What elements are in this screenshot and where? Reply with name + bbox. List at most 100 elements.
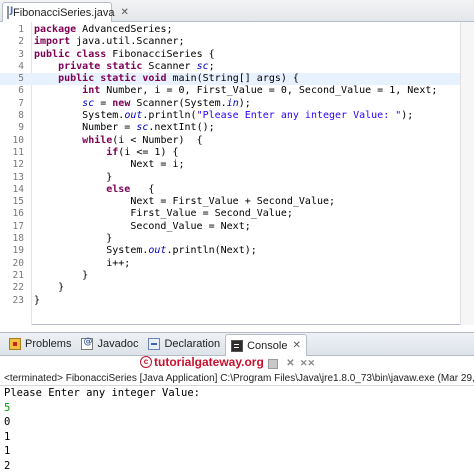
code-token: FibonacciSeries { <box>106 48 215 60</box>
tab-declaration[interactable]: Declaration <box>143 334 225 354</box>
console-output-line: Please Enter any integer Value: <box>4 387 200 399</box>
code-token: AdvancedSeries; <box>76 24 173 35</box>
code-line[interactable]: 20 i++; <box>0 258 460 270</box>
overview-ruler[interactable] <box>460 22 474 325</box>
line-number: 10 <box>12 134 24 146</box>
code-line[interactable]: 14 else { <box>0 184 460 196</box>
code-text: int Number, i = 0, First_Value = 0, Seco… <box>34 85 437 97</box>
code-line[interactable]: 2 import java.util.Scanner; <box>0 36 460 48</box>
code-line[interactable]: 12 Next = i; <box>0 159 460 171</box>
code-line[interactable]: 15 Next = First_Value + Second_Value; <box>0 196 460 208</box>
code-text: sc = new Scanner(System.in); <box>34 98 251 110</box>
code-text: Second_Value = Next; <box>34 220 251 233</box>
code-text: } <box>34 172 112 184</box>
editor-tab-bar: FibonacciSeries.java ✕ <box>0 0 474 22</box>
code-text: Number = sc.nextInt(); <box>34 122 214 134</box>
console-toolbar: c tutorialgateway.org ✕ ✕✕ <box>0 355 474 372</box>
code-text: else { <box>34 184 154 196</box>
code-lines: 1 package AdvancedSeries; 2 import java.uti… <box>0 24 460 307</box>
line-number: 6 <box>18 85 24 97</box>
console-output-line: 1 <box>4 430 11 443</box>
code-token: else <box>106 183 131 195</box>
line-number: 12 <box>12 159 24 171</box>
code-editor[interactable]: 1 package AdvancedSeries; 2 import java.uti… <box>0 22 474 325</box>
code-line[interactable]: 23} <box>0 295 460 307</box>
code-line[interactable]: 3 public class FibonacciSeries { <box>0 49 460 61</box>
code-text: System.out.println("Please Enter any int… <box>34 110 413 122</box>
code-token: while <box>82 134 113 146</box>
code-token: System. <box>34 245 149 257</box>
code-token: Scanner <box>142 60 197 72</box>
line-number: 2 <box>18 36 24 48</box>
code-line[interactable]: 7 sc = new Scanner(System.in); <box>0 98 460 110</box>
code-text: public static void main(String[] args) { <box>34 73 299 85</box>
terminate-icon[interactable] <box>268 359 278 369</box>
line-number: 18 <box>12 233 24 245</box>
remove-all-terminated-icon[interactable]: ✕✕ <box>300 357 315 370</box>
code-text: System.out.println(Next); <box>34 245 257 257</box>
code-line[interactable]: 4 private static Scanner sc; <box>0 61 460 73</box>
close-icon[interactable]: ✕ <box>292 340 300 351</box>
code-text: private static Scanner sc; <box>34 61 215 73</box>
code-line[interactable]: 18 } <box>0 233 460 245</box>
code-text: } <box>34 295 40 307</box>
code-text: } <box>34 270 88 282</box>
line-number: 5 <box>18 73 24 85</box>
console-user-input: 5 <box>4 401 11 414</box>
console-output-line: 2 <box>4 459 11 472</box>
code-token: Next = First_Value + Second_Value; <box>34 196 336 208</box>
watermark: c tutorialgateway.org <box>140 355 264 369</box>
tab-console[interactable]: Console ✕ <box>225 334 307 356</box>
code-token: private <box>58 60 101 72</box>
javadoc-icon <box>81 337 94 350</box>
code-line[interactable]: 5 public static void main(String[] args)… <box>0 73 460 86</box>
console-status-line: <terminated> FibonacciSeries [Java Appli… <box>0 372 474 386</box>
line-number: 13 <box>12 171 24 183</box>
code-token: Next = i; <box>34 159 185 171</box>
console-output-line: 1 <box>4 445 11 457</box>
code-token: static <box>106 60 143 72</box>
code-token: main(String[] args) { <box>166 73 299 85</box>
console-output-line: 0 <box>4 416 11 428</box>
code-line[interactable]: 11 if(i <= 1) { <box>0 147 460 159</box>
editor-tab-fibonacci[interactable]: FibonacciSeries.java ✕ <box>2 2 129 22</box>
code-text: package AdvancedSeries; <box>34 24 172 36</box>
code-token: .println(Next); <box>166 245 257 257</box>
code-line[interactable]: 22 } <box>0 282 460 294</box>
line-number: 20 <box>12 257 24 269</box>
tab-problems-label: Problems <box>25 338 72 350</box>
code-text: First_Value = Second_Value; <box>34 208 293 220</box>
code-token: (i < Number) { <box>112 134 203 146</box>
code-token: import <box>34 36 71 48</box>
code-token: System. <box>34 110 125 122</box>
code-line[interactable]: 6 int Number, i = 0, First_Value = 0, Se… <box>0 85 460 97</box>
code-token: new <box>112 97 131 109</box>
code-token: sc <box>82 97 95 109</box>
remove-launch-icon[interactable]: ✕ <box>284 357 297 370</box>
code-token: ; <box>208 60 215 72</box>
code-line[interactable]: 9 Number = sc.nextInt(); <box>0 122 460 134</box>
tab-javadoc[interactable]: Javadoc <box>76 334 143 354</box>
code-token: Second_Value = Next; <box>34 220 251 232</box>
line-number: 23 <box>12 294 24 306</box>
code-line[interactable]: 19 System.out.println(Next); <box>0 245 460 257</box>
code-token: } <box>34 233 113 245</box>
code-line[interactable]: 1 package AdvancedSeries; <box>0 24 460 36</box>
code-line[interactable]: 21 } <box>0 270 460 282</box>
code-line[interactable]: 10 while(i < Number) { <box>0 135 460 147</box>
code-token: } <box>34 269 89 281</box>
console-output[interactable]: Please Enter any integer Value:501123 <box>0 386 474 474</box>
code-token: public <box>34 48 71 60</box>
close-icon[interactable]: ✕ <box>121 7 129 18</box>
code-text: } <box>34 233 112 245</box>
code-line[interactable]: 17 Second_Value = Next; <box>0 221 460 233</box>
code-token: } <box>34 282 65 294</box>
code-line[interactable]: 13 } <box>0 172 460 184</box>
code-line[interactable]: 16 First_Value = Second_Value; <box>0 208 460 220</box>
code-text: while(i < Number) { <box>34 134 203 147</box>
code-line[interactable]: 8 System.out.println("Please Enter any i… <box>0 110 460 122</box>
line-number: 7 <box>18 97 24 109</box>
tab-problems[interactable]: Problems <box>4 334 76 354</box>
